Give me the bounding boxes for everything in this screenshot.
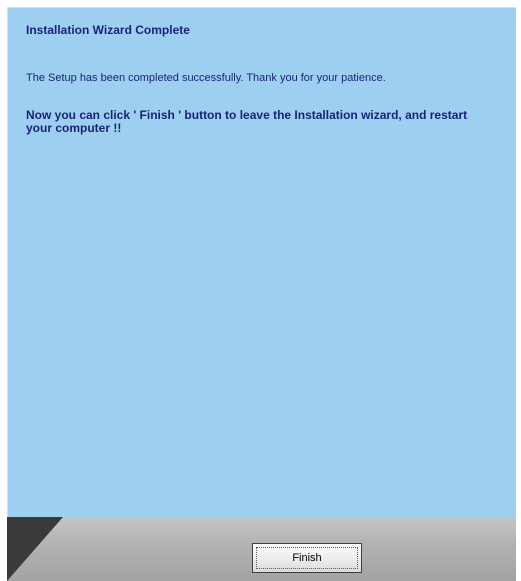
finish-instruction: Now you can click ' Finish ' button to l… (26, 108, 468, 135)
wizard-title: Installation Wizard Complete (26, 23, 190, 37)
footer-corner-decoration (7, 517, 63, 581)
wizard-content-panel: Installation Wizard Complete The Setup h… (7, 7, 516, 517)
finish-button[interactable]: Finish (252, 543, 362, 573)
finish-button-label: Finish (256, 547, 358, 569)
wizard-footer: Finish (7, 517, 516, 581)
completion-message: The Setup has been completed successfull… (26, 72, 386, 84)
installation-wizard-window: Installation Wizard Complete The Setup h… (0, 0, 521, 581)
